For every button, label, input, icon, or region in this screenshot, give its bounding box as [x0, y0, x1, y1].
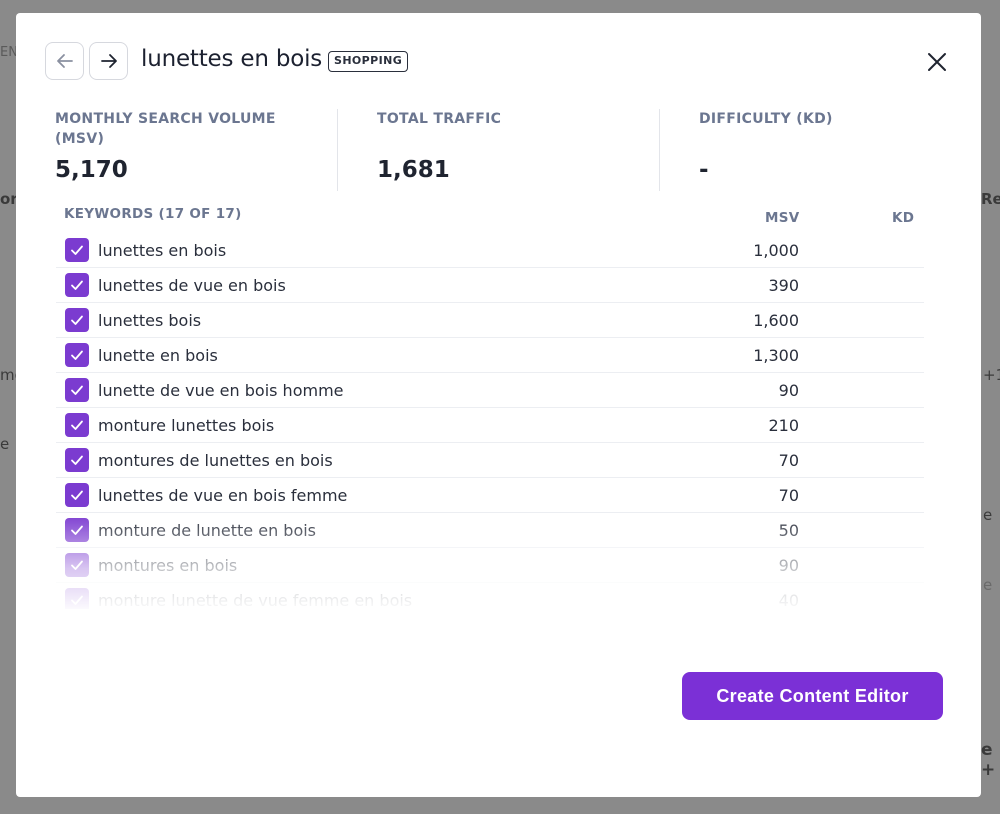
bg-fragment: e [0, 435, 10, 453]
keyword-checkbox[interactable] [65, 273, 89, 297]
divider [337, 109, 338, 191]
keyword-text: lunettes bois [98, 310, 202, 330]
keyword-text: montures en bois [98, 555, 238, 575]
keywords-header: KEYWORDS (17 OF 17) [64, 206, 242, 222]
keyword-msv: 70 [778, 485, 799, 505]
keyword-text: lunettes en bois [98, 240, 227, 260]
table-row: monture lunette de vue femme en bois 40 [56, 583, 924, 609]
column-header-kd: KD [892, 210, 915, 226]
table-row: lunette en bois 1,300 [56, 338, 924, 373]
keyword-msv: 90 [778, 555, 799, 575]
stat-value: - [699, 157, 709, 183]
keyword-checkbox[interactable] [65, 448, 89, 472]
table-row: lunette de vue en bois homme 90 [56, 373, 924, 408]
close-icon [928, 53, 946, 71]
table-row: monture lunettes bois 210 [56, 408, 924, 443]
bg-fragment: e [983, 506, 993, 524]
stat-difficulty: DIFFICULTY (KD) - [699, 109, 929, 183]
page-title: lunettes en bois [141, 46, 323, 72]
keyword-list[interactable]: lunettes en bois 1,000 lunettes de vue e… [56, 233, 924, 609]
keyword-text: lunette en bois [98, 345, 218, 365]
keyword-text: lunettes de vue en bois [98, 275, 286, 295]
keyword-msv: 50 [778, 520, 799, 540]
check-icon [71, 315, 83, 325]
keyword-text: monture de lunette en bois [98, 520, 317, 540]
check-icon [71, 560, 83, 570]
keyword-msv: 70 [778, 450, 799, 470]
stat-value: 1,681 [377, 157, 450, 183]
keyword-checkbox[interactable] [65, 518, 89, 542]
stat-total-traffic: TOTAL TRAFFIC 1,681 [377, 109, 607, 183]
divider [659, 109, 660, 191]
close-button[interactable] [924, 49, 950, 75]
bg-fragment: e + [981, 740, 996, 780]
keyword-text: monture lunettes bois [98, 415, 275, 435]
check-icon [71, 525, 83, 535]
create-content-editor-button[interactable]: Create Content Editor [682, 672, 943, 720]
stat-label: TOTAL TRAFFIC [377, 111, 502, 127]
keyword-cluster-modal: lunettes en bois SHOPPING MONTHLY SEARCH… [16, 13, 981, 797]
intent-badge: SHOPPING [328, 51, 409, 72]
table-row: lunettes en bois 1,000 [56, 233, 924, 268]
arrow-left-icon [56, 54, 73, 68]
check-icon [71, 490, 83, 500]
keyword-text: lunettes de vue en bois femme [98, 485, 348, 505]
keyword-checkbox[interactable] [65, 553, 89, 577]
bg-fragment: +1 [983, 366, 1000, 384]
keyword-msv: 90 [778, 380, 799, 400]
table-row: lunettes de vue en bois femme 70 [56, 478, 924, 513]
keyword-text: lunette de vue en bois homme [98, 380, 344, 400]
bg-fragment: Rel [981, 190, 1000, 208]
keyword-checkbox[interactable] [65, 343, 89, 367]
check-icon [71, 245, 83, 255]
stat-msv: MONTHLY SEARCH VOLUME (MSV) 5,170 [55, 109, 285, 183]
keyword-checkbox[interactable] [65, 238, 89, 262]
forward-button[interactable] [89, 42, 128, 80]
table-row: lunettes bois 1,600 [56, 303, 924, 338]
keyword-checkbox[interactable] [65, 378, 89, 402]
back-button[interactable] [45, 42, 84, 80]
stat-label: DIFFICULTY (KD) [699, 111, 833, 127]
stat-label: MONTHLY SEARCH VOLUME (MSV) [55, 111, 276, 147]
arrow-right-icon [100, 54, 117, 68]
bg-fragment: e [983, 576, 993, 594]
keyword-msv: 40 [778, 590, 799, 610]
keyword-msv: 390 [768, 275, 799, 295]
keyword-msv: 1,600 [753, 310, 799, 330]
check-icon [71, 280, 83, 290]
check-icon [71, 455, 83, 465]
table-row: lunettes de vue en bois 390 [56, 268, 924, 303]
table-row: montures de lunettes en bois 70 [56, 443, 924, 478]
column-header-msv: MSV [765, 210, 800, 226]
keyword-msv: 1,000 [753, 240, 799, 260]
keyword-checkbox[interactable] [65, 308, 89, 332]
check-icon [71, 595, 83, 605]
keyword-checkbox[interactable] [65, 413, 89, 437]
table-row: monture de lunette en bois 50 [56, 513, 924, 548]
check-icon [71, 420, 83, 430]
keyword-msv: 210 [768, 415, 799, 435]
keyword-msv: 1,300 [753, 345, 799, 365]
keyword-checkbox[interactable] [65, 588, 89, 609]
table-row: montures en bois 90 [56, 548, 924, 583]
check-icon [71, 385, 83, 395]
keyword-text: montures de lunettes en bois [98, 450, 333, 470]
keyword-checkbox[interactable] [65, 483, 89, 507]
stat-value: 5,170 [55, 157, 128, 183]
check-icon [71, 350, 83, 360]
keyword-text: monture lunette de vue femme en bois [98, 590, 413, 610]
